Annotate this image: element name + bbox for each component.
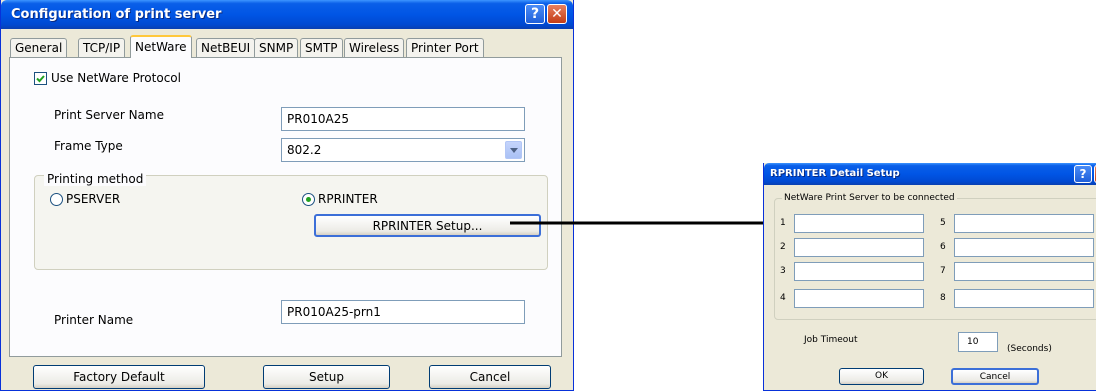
job-timeout-label: Job Timeout [804,335,858,345]
tab-general[interactable]: General [10,38,68,57]
rprinter-setup-button[interactable]: RPRINTER Setup... [314,214,541,237]
connector-line [510,221,770,225]
server-input-3[interactable] [794,262,924,281]
main-window: Configuration of print server ? ✕ Genera… [0,0,574,391]
server-input-6[interactable] [954,238,1094,257]
slot-label-2: 2 [780,242,786,252]
slot-label-6: 6 [940,242,946,252]
server-input-5[interactable] [954,214,1094,233]
server-input-7[interactable] [954,262,1094,281]
slot-label-1: 1 [780,218,786,228]
slot-label-4: 4 [780,293,786,303]
server-input-4[interactable] [794,289,924,308]
ok-button[interactable]: OK [839,368,924,385]
close-icon[interactable]: ✕ [547,4,567,24]
setup-button[interactable]: Setup [263,365,390,389]
slot-label-7: 7 [940,266,946,276]
help-icon[interactable]: ? [1074,165,1092,183]
tab-wireless[interactable]: Wireless [344,38,405,57]
checkmark-icon [36,75,45,83]
rprinter-detail-window: RPRINTER Detail Setup ? ✕ NetWare Print … [763,163,1096,391]
printing-method-label: Printing method [44,172,147,186]
print-server-name-input[interactable]: PR010A25 [281,107,525,131]
server-input-8[interactable] [954,289,1094,308]
detail-cancel-button[interactable]: Cancel [951,368,1039,385]
cancel-button[interactable]: Cancel [429,365,551,389]
pserver-label: PSERVER [66,192,121,206]
printer-name-label: Printer Name [54,313,134,327]
window-title: Configuration of print server [11,7,222,22]
slot-label-5: 5 [940,218,946,228]
frame-type-label: Frame Type [54,139,123,153]
tab-smtp[interactable]: SMTP [300,38,343,57]
slot-label-3: 3 [780,266,786,276]
tab-tcpip[interactable]: TCP/IP [78,38,126,57]
pserver-radio[interactable] [50,193,63,206]
print-server-name-label: Print Server Name [54,108,164,122]
detail-title-bar[interactable]: RPRINTER Detail Setup ? ✕ [764,163,1096,185]
tab-netware[interactable]: NetWare [130,35,192,58]
print-server-group-label: NetWare Print Server to be connected [782,193,957,203]
server-input-2[interactable] [794,238,924,257]
radio-selected-dot [306,197,311,202]
netware-tab-panel: Use NetWare Protocol Print Server Name P… [9,57,562,357]
use-netware-checkbox[interactable] [34,72,47,85]
help-icon[interactable]: ? [525,4,545,24]
tab-netbeui[interactable]: NetBEUI [196,38,256,57]
tab-snmp[interactable]: SNMP [254,38,299,57]
slot-label-8: 8 [940,293,946,303]
job-timeout-input[interactable]: 10 [958,332,998,352]
title-bar[interactable]: Configuration of print server ? ✕ [1,0,573,29]
frame-type-select[interactable]: 802.2 [281,138,525,162]
printer-name-input[interactable]: PR010A25-prn1 [281,300,525,324]
frame-type-value: 802.2 [287,143,322,157]
detail-window-title: RPRINTER Detail Setup [770,168,900,179]
rprinter-label: RPRINTER [318,192,378,206]
seconds-label: (Seconds) [1007,344,1052,354]
rprinter-radio[interactable] [302,193,315,206]
use-netware-label: Use NetWare Protocol [51,71,181,85]
server-input-1[interactable] [794,214,924,233]
tab-printer-port[interactable]: Printer Port [406,38,484,57]
chevron-down-icon[interactable] [505,141,522,159]
factory-default-button[interactable]: Factory Default [33,365,205,389]
